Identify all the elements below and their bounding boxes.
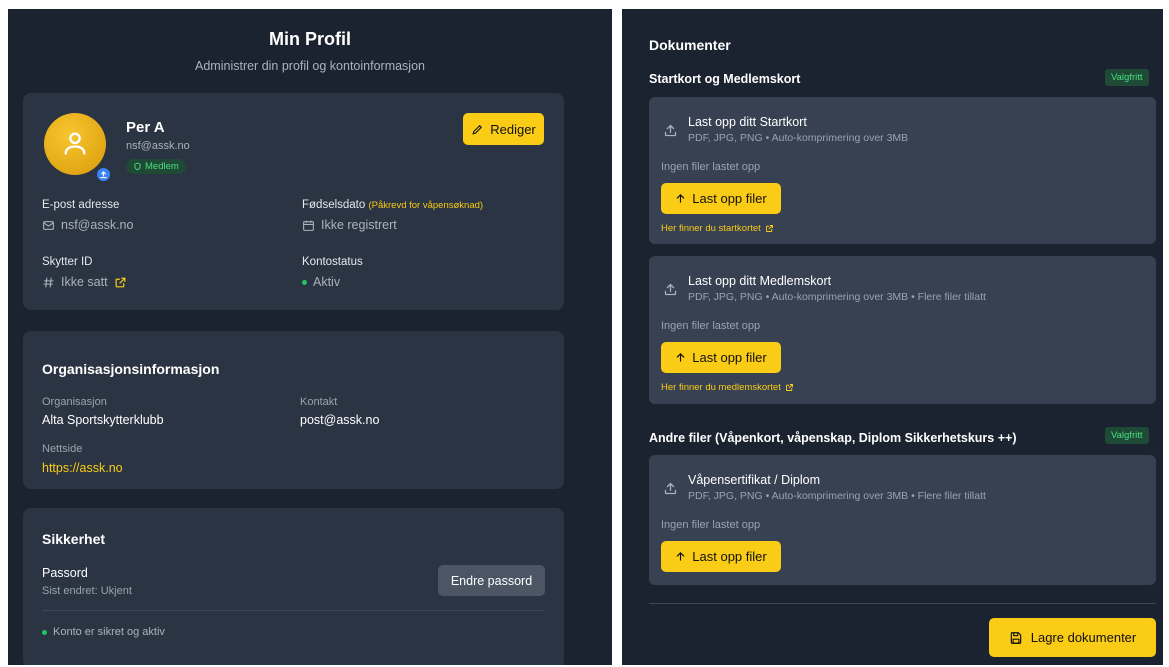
birthdate-required-note: (Påkrevd for våpensøknad) (368, 200, 484, 211)
optional-badge: Valgfritt (1105, 427, 1149, 444)
save-documents-button[interactable]: Lagre dokumenter (989, 618, 1156, 657)
medlemskort-help-text: Her finner du medlemskortet (661, 382, 781, 393)
email-value: nsf@assk.no (61, 218, 134, 232)
password-label: Passord (42, 566, 88, 580)
shield-icon (134, 162, 141, 171)
upload-card-title: Våpensertifikat / Diplom (688, 473, 821, 487)
upload-card-startkort: Last opp ditt Startkort PDF, JPG, PNG • … (649, 97, 1156, 244)
account-status-label: Kontostatus (302, 256, 363, 268)
upload-files-button[interactable]: Last opp filer (661, 342, 781, 373)
no-files-text: Ingen filer lastet opp (661, 519, 761, 531)
upload-icon (664, 124, 677, 137)
upload-card-subtitle: PDF, JPG, PNG • Auto-komprimering over 3… (688, 490, 986, 502)
documents-panel: Dokumenter Startkort og Medlemskort Valg… (622, 9, 1163, 665)
account-status-value-row: Aktiv (302, 275, 340, 289)
contact-label: Kontakt (300, 396, 338, 408)
member-badge-label: Medlem (145, 161, 179, 172)
account-status-value: Aktiv (313, 275, 341, 289)
profile-card: Per A nsf@assk.no Medlem Rediger E-post … (23, 93, 564, 310)
external-link-icon (765, 225, 773, 232)
divider (42, 610, 545, 611)
save-documents-label: Lagre dokumenter (1030, 630, 1137, 645)
status-dot (302, 279, 307, 285)
upload-badge-icon (100, 171, 107, 179)
page-title: Min Profil (269, 29, 351, 49)
upload-card-subtitle: PDF, JPG, PNG • Auto-komprimering over 3… (688, 291, 986, 303)
birthdate-value-row: Ikke registrert (302, 218, 397, 232)
profile-panel: Min Profil Administrer din profil og kon… (8, 9, 612, 665)
security-title: Sikkerhet (42, 531, 106, 547)
organization-label: Organisasjon (42, 396, 107, 408)
external-link-icon[interactable] (114, 276, 127, 289)
upload-card-title: Last opp ditt Medlemskort (688, 274, 832, 288)
upload-files-label: Last opp filer (692, 191, 767, 206)
profile-name: Per A (126, 119, 165, 136)
upload-icon (664, 283, 677, 296)
organization-card: Organisasjonsinformasjon Organisasjon Al… (23, 331, 564, 489)
security-card: Sikkerhet Passord Sist endret: Ukjent En… (23, 508, 564, 665)
startkort-help-text: Her finner du startkortet (661, 223, 761, 234)
startkort-help-link[interactable]: Her finner du startkortet (661, 223, 774, 234)
external-link-icon (785, 384, 793, 391)
website-link[interactable]: https://assk.no (42, 461, 123, 475)
security-status: Konto er sikret og aktiv (42, 626, 165, 638)
pencil-icon (472, 124, 483, 135)
upload-avatar-button[interactable] (95, 166, 112, 183)
upload-files-label: Last opp filer (692, 549, 767, 564)
page-subtitle: Administrer din profil og kontoinformasj… (195, 59, 425, 73)
arrow-up-icon (677, 353, 685, 362)
arrow-up-icon (677, 194, 685, 203)
birthdate-label-text: Fødselsdato (302, 199, 366, 211)
email-label: E-post adresse (42, 199, 120, 211)
security-status-text: Konto er sikret og aktiv (53, 626, 165, 638)
user-icon (64, 132, 86, 155)
profile-email: nsf@assk.no (126, 140, 190, 152)
upload-card-subtitle: PDF, JPG, PNG • Auto-komprimering over 3… (688, 132, 909, 144)
member-badge: Medlem (126, 159, 186, 174)
status-dot (42, 629, 47, 635)
edit-label: Rediger (490, 121, 536, 137)
organization-title: Organisasjonsinformasjon (42, 361, 220, 377)
shooter-id-label: Skytter ID (42, 256, 93, 268)
avatar[interactable] (44, 113, 106, 175)
edit-profile-button[interactable]: Rediger (463, 113, 544, 145)
contact-value: post@assk.no (300, 413, 380, 427)
medlemskort-help-link[interactable]: Her finner du medlemskortet (661, 382, 794, 393)
section-title-startkort: Startkort og Medlemskort (649, 72, 801, 86)
birthdate-label: Fødselsdato (Påkrevd for våpensøknad) (302, 199, 483, 211)
no-files-text: Ingen filer lastet opp (661, 161, 761, 173)
section-title-andre-filer: Andre filer (Våpenkort, våpenskap, Diplo… (649, 431, 1017, 445)
divider (649, 603, 1156, 604)
hash-icon (43, 277, 54, 287)
upload-files-button[interactable]: Last opp filer (661, 541, 781, 572)
optional-badge: Valgfritt (1105, 69, 1149, 86)
calendar-icon (303, 220, 314, 231)
documents-title: Dokumenter (649, 37, 731, 53)
upload-card-vapensertifikat: Våpensertifikat / Diplom PDF, JPG, PNG •… (649, 455, 1156, 585)
upload-files-button[interactable]: Last opp filer (661, 183, 781, 214)
website-label: Nettside (42, 443, 83, 455)
upload-files-label: Last opp filer (692, 350, 767, 365)
shooter-id-value: Ikke satt (61, 275, 108, 289)
upload-icon (664, 482, 677, 495)
email-value-row: nsf@assk.no (42, 218, 133, 232)
upload-card-medlemskort: Last opp ditt Medlemskort PDF, JPG, PNG … (649, 256, 1156, 404)
arrow-up-icon (677, 552, 685, 561)
upload-card-title: Last opp ditt Startkort (688, 115, 807, 129)
password-last-changed: Sist endret: Ukjent (42, 585, 132, 597)
organization-value: Alta Sportskytterklubb (42, 413, 164, 427)
birthdate-value: Ikke registrert (321, 218, 397, 232)
save-icon (1010, 631, 1021, 644)
mail-icon (43, 220, 54, 230)
no-files-text: Ingen filer lastet opp (661, 320, 761, 332)
change-password-button[interactable]: Endre passord (438, 565, 545, 596)
shooter-id-value-row: Ikke satt (42, 275, 127, 289)
